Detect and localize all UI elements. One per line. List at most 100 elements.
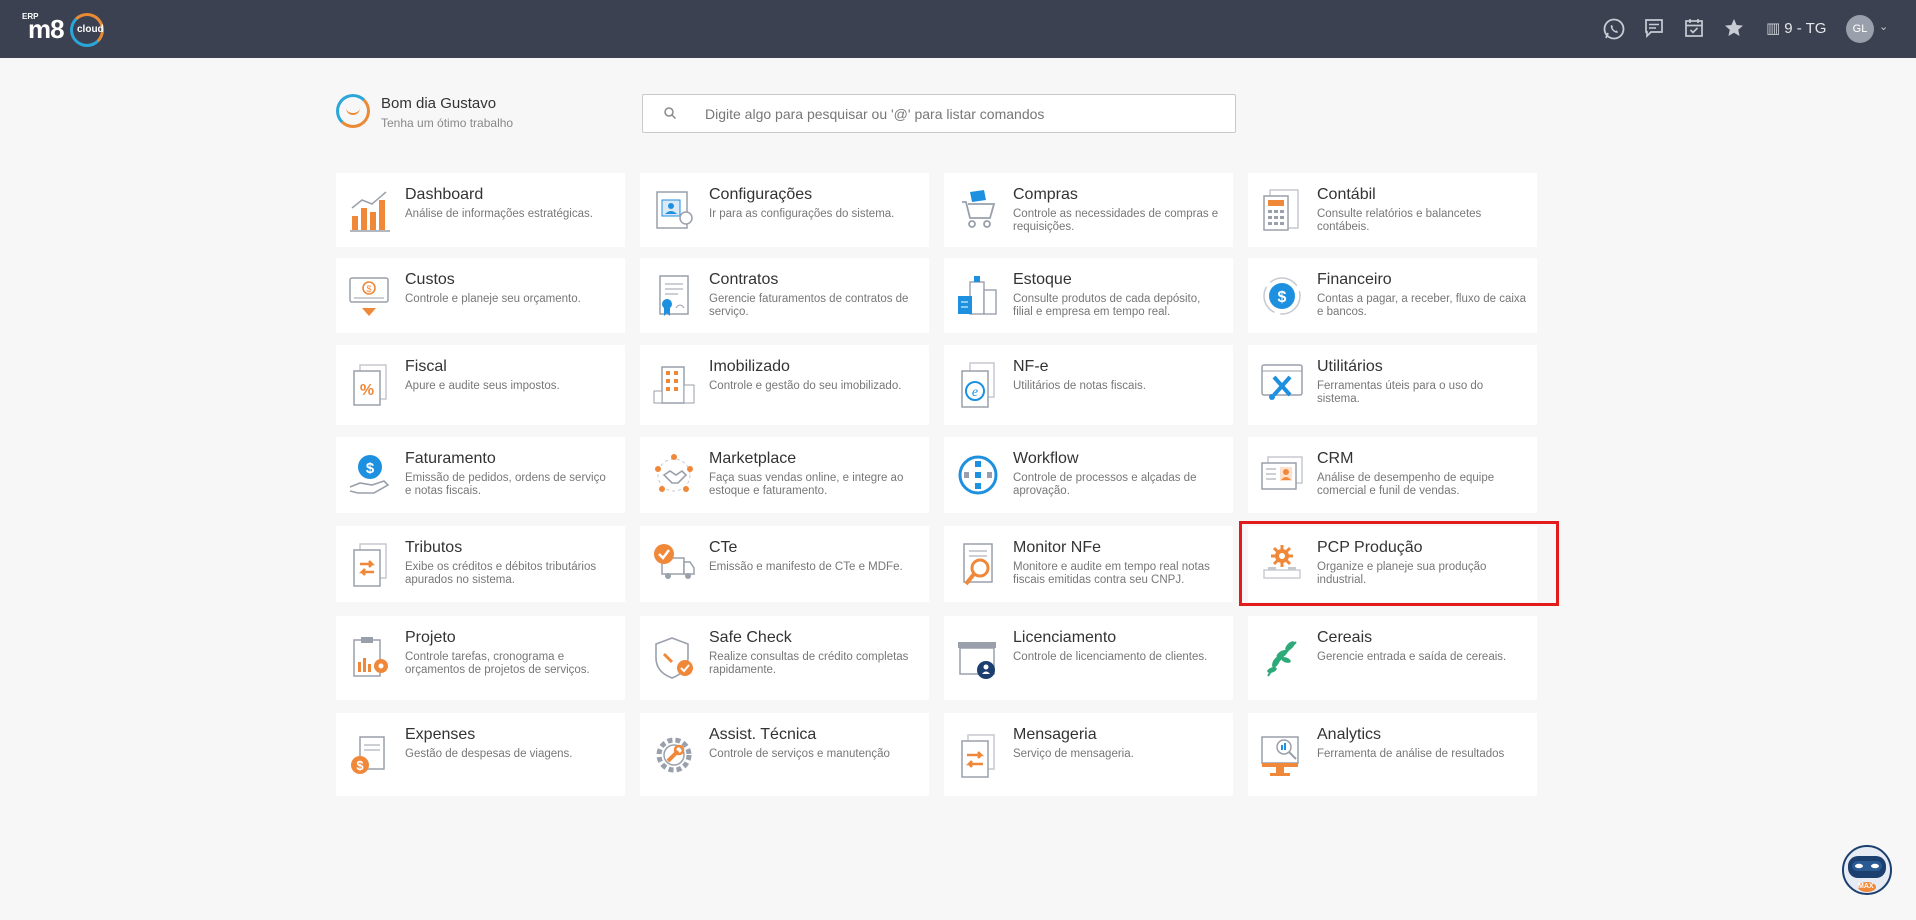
module-title: Financeiro (1317, 271, 1392, 288)
module-card-safe-check[interactable]: Safe Check Realize consultas de crédito … (640, 616, 929, 700)
module-card-fiscal[interactable]: % Fiscal Apure e audite seus impostos. (336, 345, 625, 425)
dollar-cycle-icon: $ (1263, 276, 1301, 315)
magnifier-document-icon (963, 543, 993, 586)
module-card-mensageria[interactable]: Mensageria Serviço de mensageria. (944, 713, 1233, 796)
module-description: Controle e gestão do seu imobilizado. (709, 380, 902, 392)
module-title: Imobilizado (709, 358, 790, 375)
svg-text:$: $ (356, 758, 364, 773)
module-title: Projeto (405, 629, 456, 646)
arrows-document-icon (353, 543, 387, 587)
module-card-custos[interactable]: $ Custos Controle e planeje seu orçament… (336, 258, 625, 333)
shopping-cart-icon (962, 190, 996, 228)
module-card-monitor-nfe[interactable]: Monitor NFe Monitore e audite em tempo r… (944, 526, 1233, 602)
module-card-expenses[interactable]: $ Expenses Gestão de despesas de viagens… (336, 713, 625, 796)
module-description: Controle as necessidades de compras e re… (1013, 208, 1219, 233)
svg-text:$: $ (366, 460, 375, 477)
module-title: Assist. Técnica (709, 726, 817, 743)
module-title: Workflow (1013, 450, 1079, 467)
module-description: Faça suas vendas online, e integre ao es… (709, 472, 904, 497)
module-title: Licenciamento (1013, 629, 1117, 646)
message-arrows-icon (961, 733, 995, 778)
max-label: MAX (1858, 883, 1874, 890)
chevron-down-icon[interactable]: ⌄ (1879, 20, 1888, 33)
module-card-cereais[interactable]: Cereais Gerencie entrada e saída de cere… (1248, 616, 1537, 700)
module-title: Fiscal (405, 358, 447, 375)
top-navigation-bar: ERP m8 cloud ▥ 9 - TG GL ⌄ (0, 0, 1916, 58)
building-icon: ▥ (1766, 20, 1781, 37)
module-title: Custos (405, 271, 455, 288)
module-card-contratos[interactable]: Contratos Gerencie faturamentos de contr… (640, 258, 929, 333)
search-input[interactable] (705, 95, 1225, 132)
module-description: Utilitários de notas fiscais. (1013, 380, 1146, 392)
module-description: Análise de informações estratégicas. (405, 208, 593, 220)
module-title: Contratos (709, 271, 779, 288)
module-card-workflow[interactable]: Workflow Controle de processos e alçadas… (944, 437, 1233, 513)
module-title: Faturamento (405, 450, 496, 467)
module-card-configuracoes[interactable]: Configurações Ir para as configurações d… (640, 173, 929, 247)
module-card-analytics[interactable]: Analytics Ferramenta de análise de resul… (1248, 713, 1537, 796)
module-title: CRM (1317, 450, 1354, 467)
app-logo[interactable]: ERP m8 cloud (22, 10, 112, 50)
svg-text:%: % (360, 382, 374, 399)
module-card-estoque[interactable]: Estoque Consulte produtos de cada depósi… (944, 258, 1233, 333)
module-card-assist-tecnica[interactable]: Assist. Técnica Controle de serviços e m… (640, 713, 929, 796)
analytics-monitor-icon (1261, 735, 1299, 776)
module-title: Monitor NFe (1013, 539, 1102, 556)
module-description: Gerencie faturamentos de contratos de se… (709, 293, 909, 318)
settings-profile-icon (656, 191, 693, 229)
building-icon (653, 366, 695, 404)
module-card-pcp-producao[interactable]: PCP Produção Organize e planeje sua prod… (1248, 526, 1537, 602)
module-title: Tributos (405, 539, 463, 556)
module-card-dashboard[interactable]: Dashboard Análise de informações estraté… (336, 173, 625, 247)
max-assistant-button[interactable]: MAX (1838, 840, 1896, 898)
greeting-title: Bom dia Gustavo (381, 95, 497, 112)
module-description: Controle tarefas, cronograma e orçamento… (405, 651, 590, 676)
user-avatar[interactable]: GL (1846, 15, 1874, 43)
gear-production-icon (1263, 545, 1301, 579)
module-card-imobilizado[interactable]: Imobilizado Controle e gestão do seu imo… (640, 345, 929, 425)
module-title: Expenses (405, 726, 476, 743)
module-card-faturamento[interactable]: $ Faturamento Emissão de pedidos, ordens… (336, 437, 625, 513)
module-title: Configurações (709, 186, 813, 203)
dollar-hand-icon: $ (349, 455, 390, 494)
calendar-icon[interactable] (1682, 17, 1706, 41)
module-title: Mensageria (1013, 726, 1097, 743)
module-title: Contábil (1317, 186, 1376, 203)
module-card-contabil[interactable]: Contábil Consulte relatórios e balancete… (1248, 173, 1537, 247)
chat-icon[interactable] (1642, 17, 1666, 41)
module-card-utilitarios[interactable]: Utilitários Ferramentas úteis para o uso… (1248, 345, 1537, 425)
module-description: Controle de licenciamento de clientes. (1013, 651, 1208, 663)
module-card-compras[interactable]: Compras Controle as necessidades de comp… (944, 173, 1233, 247)
module-title: Compras (1013, 186, 1078, 203)
module-card-crm[interactable]: CRM Análise de desempenho de equipe come… (1248, 437, 1537, 513)
module-card-marketplace[interactable]: Marketplace Faça suas vendas online, e i… (640, 437, 929, 513)
calculator-icon (1263, 189, 1299, 231)
svg-text:$: $ (366, 284, 371, 294)
module-description: Emissão e manifesto de CTe e MDFe. (709, 561, 903, 573)
module-title: Utilitários (1317, 358, 1383, 375)
module-title: CTe (709, 539, 738, 556)
wrench-gear-icon (656, 737, 692, 772)
module-title: Marketplace (709, 450, 797, 467)
percent-document-icon: % (353, 364, 387, 406)
module-card-projeto[interactable]: Projeto Controle tarefas, cronograma e o… (336, 616, 625, 700)
module-card-financeiro[interactable]: $ Financeiro Contas a pagar, a receber, … (1248, 258, 1537, 333)
module-card-nfe[interactable]: e NF-e Utilitários de notas fiscais. (944, 345, 1233, 425)
module-title: NF-e (1013, 358, 1049, 375)
module-description: Gestão de despesas de viagens. (405, 748, 573, 760)
whatsapp-icon[interactable] (1602, 17, 1626, 41)
module-description: Análise de desempenho de equipe comercia… (1317, 472, 1495, 497)
search-icon (664, 107, 677, 120)
module-card-licenciamento[interactable]: Licenciamento Controle de licenciamento … (944, 616, 1233, 700)
bar-chart-icon (350, 191, 390, 232)
star-icon[interactable] (1722, 17, 1746, 41)
module-description: Consulte produtos de cada depósito, fili… (1013, 293, 1201, 318)
company-selector[interactable]: ▥ 9 - TG (1766, 18, 1826, 40)
contract-icon (659, 274, 689, 316)
module-title: Analytics (1317, 726, 1382, 743)
module-card-cte[interactable]: CTe Emissão e manifesto de CTe e MDFe. (640, 526, 929, 602)
truck-check-icon (654, 544, 695, 579)
handshake-network-icon (655, 454, 693, 492)
logo-cloud-label: cloud (77, 24, 104, 35)
module-card-tributos[interactable]: Tributos Exibe os créditos e débitos tri… (336, 526, 625, 602)
